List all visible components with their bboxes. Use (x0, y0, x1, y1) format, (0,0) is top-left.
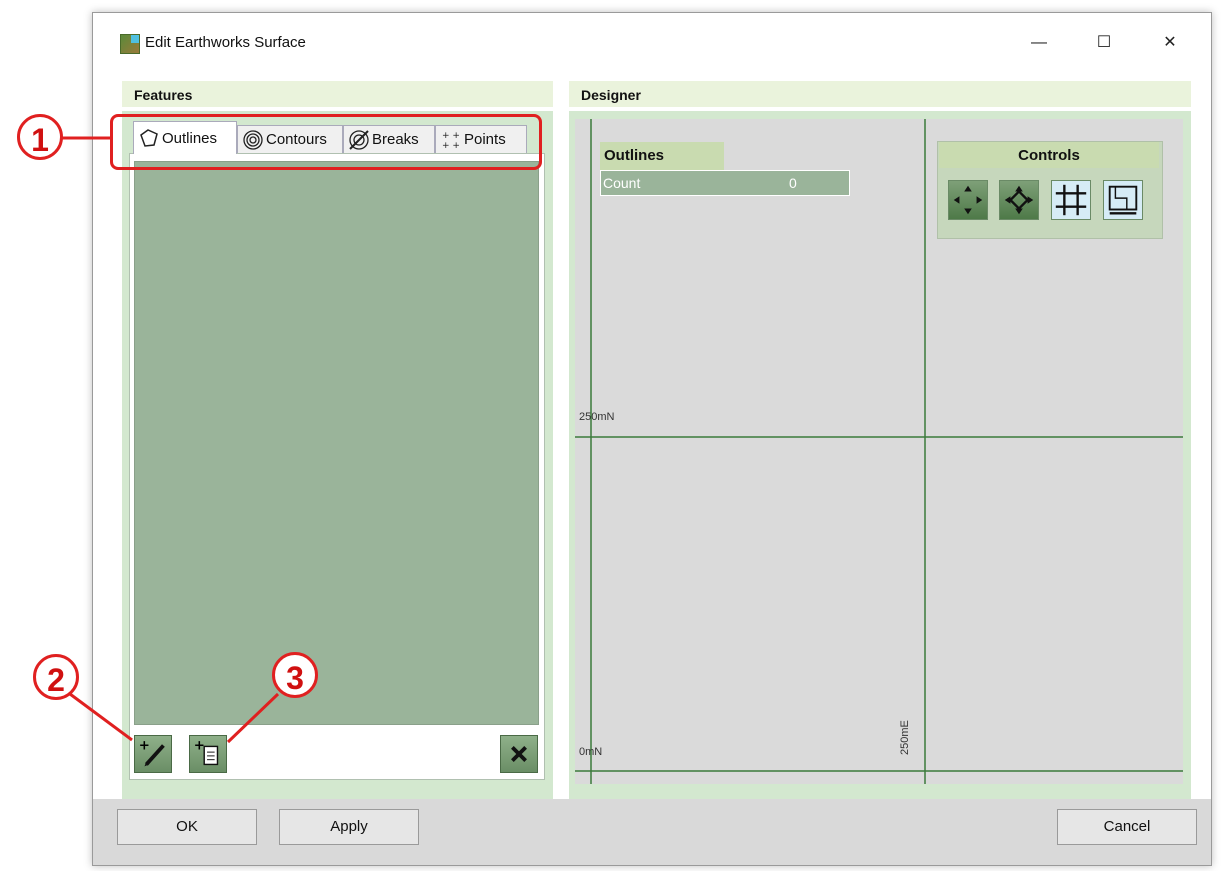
callout-1: 1 (17, 114, 63, 160)
callout-2: 2 (33, 654, 79, 700)
outline-polygon-icon (140, 129, 158, 147)
tab-outlines[interactable]: Outlines (133, 121, 237, 154)
tab-label: Outlines (162, 130, 218, 147)
callout-3: 3 (272, 652, 318, 698)
